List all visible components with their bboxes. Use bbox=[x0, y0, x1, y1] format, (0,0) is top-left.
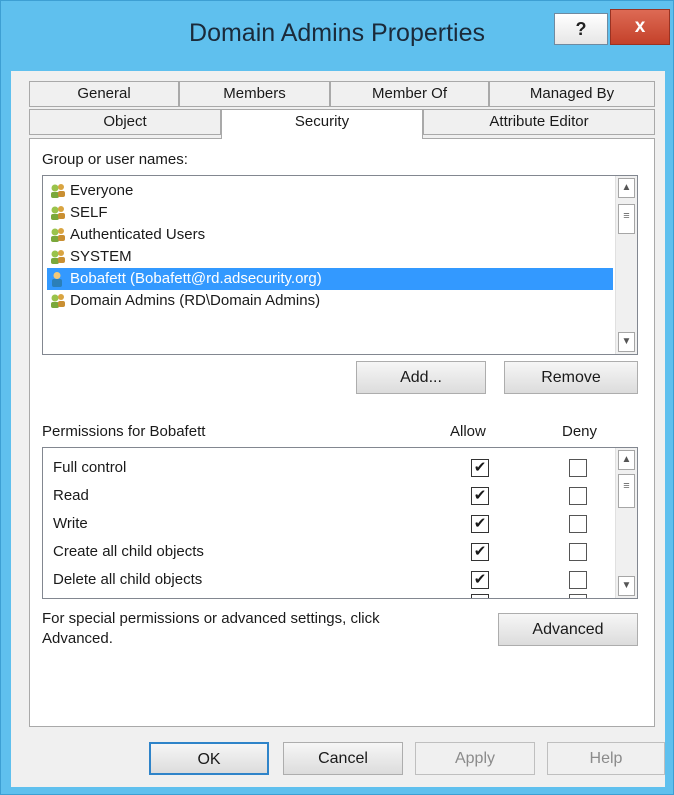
group-icon bbox=[51, 228, 65, 243]
advanced-hint-text: For special permissions or advanced sett… bbox=[42, 610, 380, 647]
list-item[interactable]: SYSTEM bbox=[47, 246, 613, 268]
group-icon bbox=[51, 294, 65, 309]
group-icon bbox=[51, 184, 65, 199]
allow-column-header: Allow bbox=[450, 423, 486, 440]
help-button[interactable]: Help bbox=[547, 742, 665, 775]
tab-object[interactable]: Object bbox=[29, 109, 221, 135]
deny-checkbox[interactable] bbox=[569, 594, 587, 598]
user-icon bbox=[52, 272, 62, 288]
add-button[interactable]: Add... bbox=[356, 361, 486, 394]
dialog-window: Domain Admins Properties ? x General Mem… bbox=[0, 0, 674, 795]
group-or-user-names-label: Group or user names: bbox=[42, 151, 188, 168]
deny-checkbox[interactable] bbox=[569, 571, 587, 589]
cancel-button[interactable]: Cancel bbox=[283, 742, 403, 775]
ok-button[interactable]: OK bbox=[149, 742, 269, 775]
user-list-scrollbar[interactable]: ▲ ≡ ▼ bbox=[615, 176, 637, 354]
tab-general[interactable]: General bbox=[29, 81, 179, 107]
deny-checkbox[interactable] bbox=[569, 543, 587, 561]
scroll-up-arrow-icon[interactable]: ▲ bbox=[618, 178, 635, 198]
group-icon bbox=[51, 250, 65, 265]
permissions-list[interactable]: Full control Read Write Create all child… bbox=[42, 447, 638, 599]
user-name: Authenticated Users bbox=[70, 226, 206, 243]
tab-member-of[interactable]: Member Of bbox=[330, 81, 489, 107]
scroll-thumb[interactable]: ≡ bbox=[618, 474, 635, 508]
deny-checkbox[interactable] bbox=[569, 487, 587, 505]
permission-name: Write bbox=[53, 515, 88, 532]
scroll-down-arrow-icon[interactable]: ▼ bbox=[618, 576, 635, 596]
tab-security[interactable]: Security bbox=[221, 109, 423, 139]
list-item[interactable]: Domain Admins (RD\Domain Admins) bbox=[47, 290, 613, 312]
list-item-selected[interactable]: Bobafett (Bobafett@rd.adsecurity.org) bbox=[47, 268, 613, 290]
allow-checkbox[interactable]: ✔ bbox=[471, 543, 489, 561]
allow-checkbox[interactable]: ✔ bbox=[471, 571, 489, 589]
apply-button[interactable]: Apply bbox=[415, 742, 535, 775]
advanced-button[interactable]: Advanced bbox=[498, 613, 638, 646]
close-button[interactable]: x bbox=[610, 9, 670, 45]
permission-name: Read bbox=[53, 487, 89, 504]
permission-row: Read bbox=[53, 482, 89, 510]
allow-checkbox[interactable]: ✔ bbox=[471, 487, 489, 505]
list-item[interactable]: Everyone bbox=[47, 180, 613, 202]
permission-row: Write bbox=[53, 510, 88, 538]
permission-name: Create all child objects bbox=[53, 543, 204, 560]
scroll-thumb[interactable]: ≡ bbox=[618, 204, 635, 234]
tab-managed-by[interactable]: Managed By bbox=[489, 81, 655, 107]
permission-row: Delete all child objects bbox=[53, 566, 202, 594]
allow-checkbox[interactable]: ✔ bbox=[471, 459, 489, 477]
title-bar[interactable]: Domain Admins Properties ? x bbox=[1, 1, 673, 71]
permissions-for-label: Permissions for Bobafett bbox=[42, 423, 206, 440]
tab-attribute-editor[interactable]: Attribute Editor bbox=[423, 109, 655, 135]
permission-row: Full control bbox=[53, 454, 126, 482]
list-item[interactable]: SELF bbox=[47, 202, 613, 224]
deny-column-header: Deny bbox=[562, 423, 598, 440]
scroll-up-arrow-icon[interactable]: ▲ bbox=[618, 450, 635, 470]
user-name: SYSTEM bbox=[70, 248, 132, 265]
user-name: Bobafett (Bobafett@rd.adsecurity.org) bbox=[70, 270, 322, 287]
security-panel: Group or user names: Everyone SELF Authe… bbox=[29, 138, 655, 727]
allow-checkbox[interactable] bbox=[471, 594, 489, 598]
permission-name: Delete all child objects bbox=[53, 571, 203, 588]
list-item[interactable]: Authenticated Users bbox=[47, 224, 613, 246]
tab-members[interactable]: Members bbox=[179, 81, 330, 107]
user-name: Domain Admins (RD\Domain Admins) bbox=[70, 292, 321, 309]
deny-checkbox[interactable] bbox=[569, 515, 587, 533]
allow-checkbox[interactable]: ✔ bbox=[471, 515, 489, 533]
permission-row: Create all child objects bbox=[53, 538, 204, 566]
group-icon bbox=[51, 206, 65, 221]
permission-name: Full control bbox=[53, 459, 127, 476]
help-title-button[interactable]: ? bbox=[554, 13, 608, 45]
user-list[interactable]: Everyone SELF Authenticated Users SYSTEM… bbox=[42, 175, 638, 355]
remove-button[interactable]: Remove bbox=[504, 361, 638, 394]
permissions-scrollbar[interactable]: ▲ ≡ ▼ bbox=[615, 448, 637, 598]
deny-checkbox[interactable] bbox=[569, 459, 587, 477]
scroll-down-arrow-icon[interactable]: ▼ bbox=[618, 332, 635, 352]
user-name: SELF bbox=[70, 204, 108, 221]
user-name: Everyone bbox=[70, 182, 134, 199]
